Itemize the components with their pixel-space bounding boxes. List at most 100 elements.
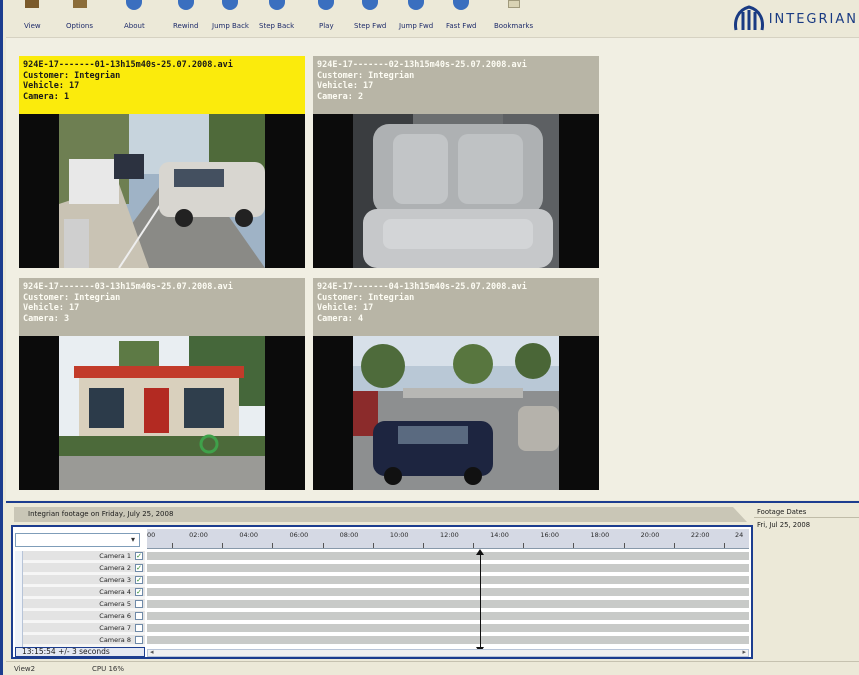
tile-customer: Customer: Integrian bbox=[317, 70, 415, 81]
timeline-tick-label: 12:00 bbox=[440, 531, 459, 539]
camera-track-7[interactable] bbox=[147, 624, 749, 632]
timeline-tick bbox=[723, 543, 725, 548]
camera-checkbox[interactable]: ✓ bbox=[135, 588, 143, 596]
tile-camera: Camera: 2 bbox=[317, 91, 364, 102]
timeline-tick-label: 08:00 bbox=[339, 531, 359, 539]
step-back-button[interactable]: Step Back bbox=[259, 0, 294, 38]
jump-forward-button[interactable]: Jump Fwd bbox=[399, 0, 433, 38]
chevron-down-icon: ▾ bbox=[130, 535, 135, 544]
camera-checkbox[interactable]: ✓ bbox=[135, 552, 143, 560]
view-icon bbox=[25, 0, 40, 8]
timeline-tick-label: 16:00 bbox=[540, 531, 560, 539]
fast-forward-button[interactable]: Fast Fwd bbox=[446, 0, 477, 38]
camera-track-2[interactable] bbox=[147, 564, 749, 572]
view-button[interactable]: View bbox=[24, 0, 41, 38]
status-view: View2 bbox=[14, 665, 36, 673]
camera-checkbox[interactable] bbox=[135, 636, 143, 644]
camera-track-1[interactable] bbox=[147, 552, 749, 560]
step-forward-button[interactable]: Step Fwd bbox=[354, 0, 386, 38]
timeline-tick-label: 18:00 bbox=[590, 531, 610, 539]
timeline-tick-label: 20:00 bbox=[640, 531, 660, 539]
bookmarks-button[interactable]: Bookmarks bbox=[494, 0, 533, 38]
tile-filename: 924E-17-------01-13h15m40s-25.07.2008.av… bbox=[23, 60, 233, 70]
camera-tile-header: 924E-17-------04-13h15m40s-25.07.2008.av… bbox=[313, 278, 599, 336]
tile-customer: Customer: Integrian bbox=[23, 70, 121, 81]
rewind-icon bbox=[177, 0, 194, 10]
timeline-tick bbox=[673, 543, 675, 548]
about-button[interactable]: About bbox=[124, 0, 145, 38]
tile-vehicle: Vehicle: 17 bbox=[317, 81, 374, 91]
jump-back-button[interactable]: Jump Back bbox=[212, 0, 249, 38]
scroll-left-icon[interactable]: ◂ bbox=[150, 648, 154, 656]
toolbar: View Options About Rewind Jump Back Step… bbox=[6, 0, 859, 38]
video-frame-seat bbox=[313, 114, 599, 268]
camera-row-4: Camera 4 ✓ bbox=[15, 587, 145, 597]
timeline-tick bbox=[222, 543, 224, 548]
fast-forward-icon bbox=[453, 0, 470, 10]
timeline-tick bbox=[573, 543, 575, 548]
timeline-tick-label: 10:00 bbox=[389, 531, 409, 539]
options-icon bbox=[72, 0, 87, 8]
timeline-tick bbox=[623, 543, 625, 548]
footage-date-item[interactable]: Fri, Jul 25, 2008 bbox=[754, 518, 859, 529]
tile-customer: Customer: Integrian bbox=[317, 292, 415, 303]
camera-row-label: Camera 7 bbox=[99, 624, 131, 632]
timeline-tick bbox=[523, 543, 525, 548]
camera-checkbox[interactable] bbox=[135, 600, 143, 608]
camera-row-1: Camera 1 ✓ bbox=[15, 551, 145, 561]
camera-tile-1[interactable]: 924E-17-------01-13h15m40s-25.07.2008.av… bbox=[19, 56, 305, 280]
camera-group-dropdown[interactable]: ▾ bbox=[15, 533, 140, 547]
tile-filename: 924E-17-------04-13h15m40s-25.07.2008.av… bbox=[317, 282, 527, 292]
tile-vehicle: Vehicle: 17 bbox=[317, 303, 374, 313]
camera-track-3[interactable] bbox=[147, 576, 749, 584]
camera-track-5[interactable] bbox=[147, 600, 749, 608]
status-cpu: CPU 16% bbox=[92, 665, 125, 673]
camera-tile-3[interactable]: 924E-17-------03-13h15m40s-25.07.2008.av… bbox=[19, 278, 305, 502]
camera-checkbox[interactable]: ✓ bbox=[135, 564, 143, 572]
camera-list: Camera 1 ✓ Camera 2 ✓ Camera 3 ✓ Camera 4 ✓ Came… bbox=[15, 551, 145, 647]
camera-checkbox[interactable] bbox=[135, 624, 143, 632]
camera-row-label: Camera 6 bbox=[99, 612, 131, 620]
tile-customer: Customer: Integrian bbox=[23, 292, 121, 303]
timeline-tracks[interactable] bbox=[147, 549, 749, 653]
video-frame-street bbox=[19, 114, 305, 268]
tile-camera: Camera: 4 bbox=[317, 313, 364, 324]
step-forward-icon bbox=[362, 0, 379, 10]
logo-text: INTEGRIAN bbox=[768, 11, 858, 27]
camera-checkbox[interactable] bbox=[135, 612, 143, 620]
status-bar: View2 CPU 16% bbox=[6, 661, 859, 675]
timeline-title: Integrian footage on Friday, July 25, 20… bbox=[14, 507, 747, 522]
timeline-tick-label: 04:00 bbox=[239, 531, 259, 539]
timeline-tick bbox=[172, 543, 174, 548]
timeline-horizontal-scrollbar[interactable]: ◂ ▸ bbox=[147, 649, 749, 657]
camera-track-6[interactable] bbox=[147, 612, 749, 620]
camera-tile-header: 924E-17-------03-13h15m40s-25.07.2008.av… bbox=[19, 278, 305, 336]
options-button[interactable]: Options bbox=[66, 0, 93, 38]
camera-tile-2[interactable]: 924E-17-------02-13h15m40s-25.07.2008.av… bbox=[313, 56, 599, 280]
camera-track-8[interactable] bbox=[147, 636, 749, 644]
camera-track-4[interactable] bbox=[147, 588, 749, 596]
timeline-ruler[interactable]: 00 02:00 04:00 06:00 08:00 10:00 12:00 14:00 16:… bbox=[147, 529, 749, 549]
scroll-right-icon[interactable]: ▸ bbox=[742, 648, 746, 656]
camera-tile-4[interactable]: 924E-17-------04-13h15m40s-25.07.2008.av… bbox=[313, 278, 599, 502]
timeline-area: Integrian footage on Friday, July 25, 20… bbox=[6, 501, 859, 659]
step-back-icon bbox=[268, 0, 285, 10]
app-window: View Options About Rewind Jump Back Step… bbox=[0, 0, 859, 675]
camera-row-7: Camera 7 bbox=[15, 623, 145, 633]
video-frame-road bbox=[313, 336, 599, 490]
rewind-button[interactable]: Rewind bbox=[173, 0, 198, 38]
playhead-top-arrow-icon bbox=[476, 549, 484, 555]
playhead[interactable] bbox=[476, 549, 484, 653]
bookmarks-icon bbox=[507, 0, 520, 8]
current-time-readout: 13:15:54 +/- 3 seconds bbox=[15, 647, 145, 657]
camera-checkbox[interactable]: ✓ bbox=[135, 576, 143, 584]
footage-dates-header: Footage Dates bbox=[754, 505, 859, 518]
jump-back-icon bbox=[222, 0, 239, 10]
camera-tile-header: 924E-17-------01-13h15m40s-25.07.2008.av… bbox=[19, 56, 305, 114]
play-button[interactable]: Play bbox=[318, 0, 335, 38]
timeline-tick-label: 00 bbox=[147, 531, 156, 539]
jump-forward-icon bbox=[408, 0, 425, 10]
camera-list-scrollbar[interactable] bbox=[15, 551, 23, 647]
timeline-tick bbox=[372, 543, 374, 548]
video-frame-storefront bbox=[19, 336, 305, 490]
